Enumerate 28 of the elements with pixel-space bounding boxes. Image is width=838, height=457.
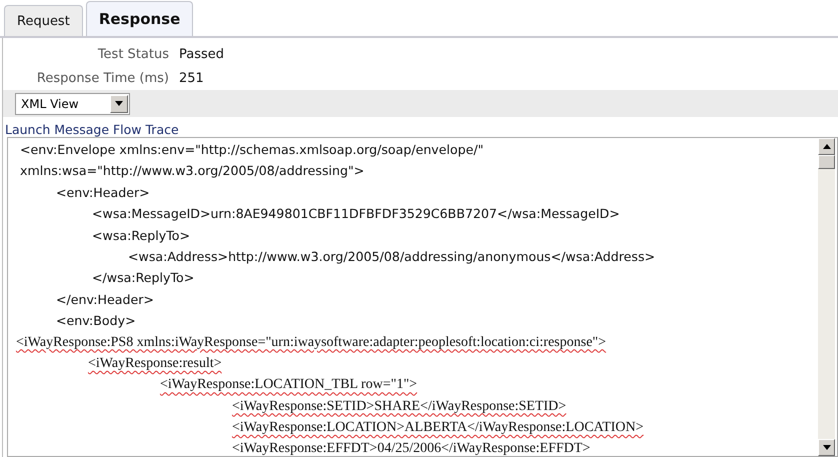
xml-line: <iWayResponse:EFFDT>04/25/2006</iWayResponse:EFFDT> — [231, 440, 592, 456]
xml-line: <wsa:MessageID>urn:8AE949801CBF11DFBFDF3529C6BB7207</wsa:MessageID> — [91, 205, 621, 224]
xml-line: <env:Header> — [55, 184, 151, 202]
xml-line: <wsa:Address>http://www.w3.org/2005/08/addressing/anonymous</wsa:Address> — [127, 248, 656, 266]
xml-line: </env:Header> — [55, 290, 155, 309]
tab[interactable]: Request — [4, 5, 83, 36]
scroll-thumb[interactable] — [818, 155, 835, 169]
xml-line: <wsa:ReplyTo> — [91, 226, 192, 245]
down-arrow-icon — [115, 101, 123, 106]
tab[interactable]: Response — [86, 1, 194, 36]
xml-line: xmlns:wsa="http://www.w3.org/2005/08/addressing"> — [19, 162, 366, 180]
xml-line: <iWayResponse:result> — [87, 354, 223, 373]
down-arrow-icon — [822, 445, 830, 450]
field-label: Response Time (ms) — [36, 70, 169, 86]
xml-line: <iWayResponse:LOCATION_TBL row="1"> — [159, 376, 418, 394]
trace-link[interactable]: Launch Message Flow Trace — [5, 122, 179, 137]
xml-line: <iWayResponse:SETID>SHARE</iWayResponse:SETID> — [231, 398, 568, 416]
xml-line: <iWayResponse:LOCATION>ALBERTA</iWayResponse:LOCATION> — [231, 419, 645, 438]
xml-line: <iWayResponse:PS8 xmlns:iWayResponse="urn:iwaysoftware:adapter:peoplesoft:location:ci:response"> — [15, 334, 608, 352]
field-value: Passed — [179, 46, 226, 62]
view-dropdown[interactable]: XML View — [15, 92, 130, 114]
xml-line: <env:Envelope xmlns:env="http://schemas.xmlsoap.org/soap/envelope/" — [19, 141, 484, 159]
scrollbar[interactable] — [818, 138, 835, 456]
xml-line: <env:Body> — [55, 312, 137, 330]
field-label: Test Status — [96, 46, 169, 62]
field-value: 251 — [179, 70, 205, 86]
xml-line: </wsa:ReplyTo> — [91, 269, 196, 288]
up-arrow-icon — [822, 144, 830, 149]
